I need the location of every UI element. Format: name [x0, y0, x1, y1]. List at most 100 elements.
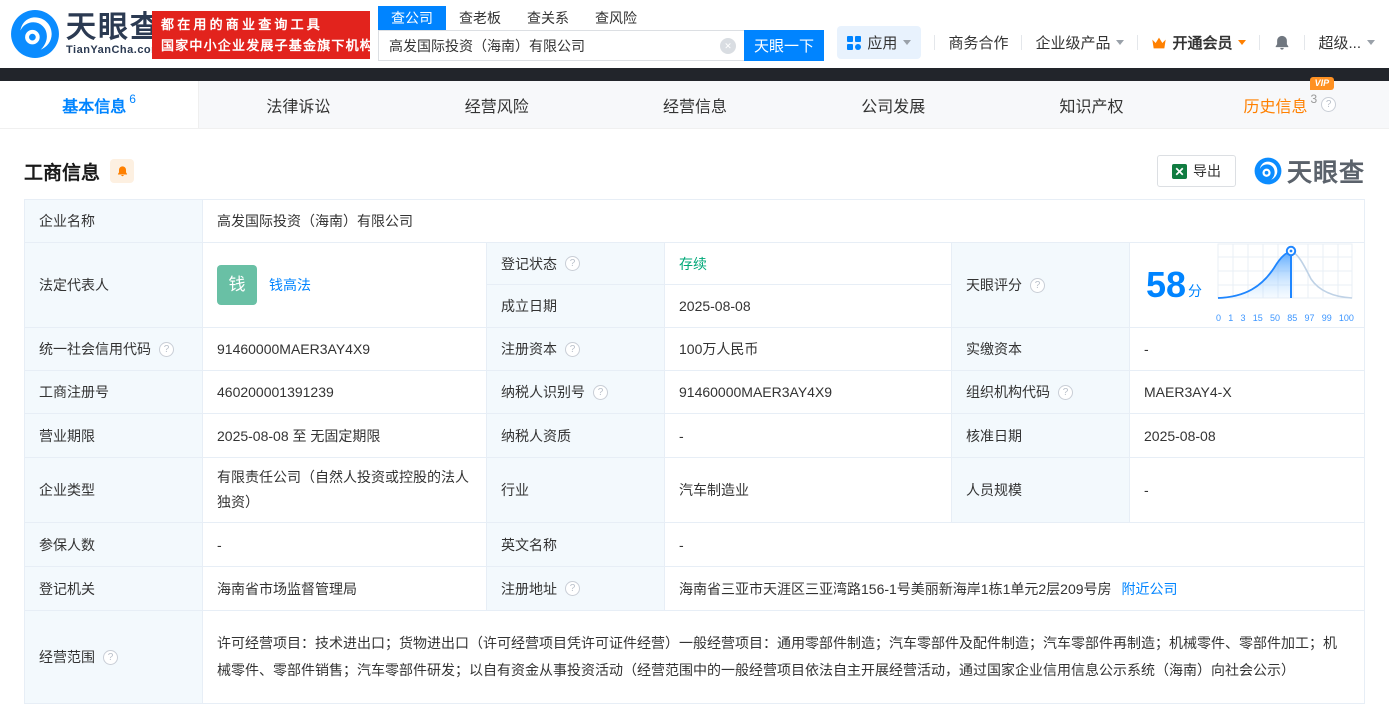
clear-search-icon[interactable]: [720, 38, 736, 54]
monitor-bell-icon[interactable]: [110, 159, 135, 183]
help-icon[interactable]: [593, 384, 608, 400]
nav-enterprise-products[interactable]: 企业级产品: [1035, 32, 1125, 53]
tab-intellectual-property[interactable]: 知识产权: [992, 81, 1190, 128]
search-box: [378, 30, 744, 61]
establish-date-label: 成立日期: [487, 285, 665, 328]
search-tab-relation[interactable]: 查关系: [514, 6, 582, 30]
taxpayer-id-value: 91460000MAER3AY4X9: [665, 371, 952, 414]
legal-rep-label: 法定代表人: [25, 243, 203, 328]
nav-cooperation[interactable]: 商务合作: [948, 32, 1008, 53]
reg-authority-label: 登记机关: [25, 567, 203, 611]
reg-status-value: 存续: [665, 243, 952, 285]
search-tab-risk[interactable]: 查风险: [582, 6, 650, 30]
paid-capital-value: -: [1130, 328, 1364, 371]
company-type-label: 企业类型: [25, 458, 203, 523]
header-nav: 应用 商务合作 企业级产品 开通会员 超级...: [837, 26, 1375, 59]
reg-address-value: 海南省三亚市天涯区三亚湾路156-1号美丽新海岸1栋1单元2层209号房 附近公…: [665, 567, 1364, 611]
tab-history-info[interactable]: VIP 历史信息 3: [1191, 76, 1389, 128]
promo-banner-line1: 都在用的商业查询工具: [161, 17, 324, 32]
tab-label: 经营风险: [464, 98, 529, 116]
taxpayer-quality-value: -: [665, 414, 952, 458]
nav-super-label: 超级...: [1318, 35, 1361, 52]
industry-value: 汽车制造业: [665, 458, 952, 523]
business-scope-value: 许可经营项目：技术进出口；货物进出口（许可经营项目凭许可证件经营）一般经营项目：…: [203, 611, 1364, 703]
company-name-value: 高发国际投资（海南）有限公司: [203, 200, 1364, 243]
tab-operation-info[interactable]: 经营信息: [596, 81, 794, 128]
apps-grid-icon: [847, 35, 862, 50]
watermark-brand-text: 天眼查: [1286, 159, 1365, 187]
notification-bell-icon[interactable]: [1273, 34, 1291, 52]
tab-basic-info[interactable]: 基本信息 6: [0, 81, 200, 128]
score-label: 天眼评分: [952, 243, 1130, 328]
industry-label: 行业: [487, 458, 665, 523]
legal-rep-link[interactable]: 钱高法: [269, 274, 311, 296]
reg-status-label: 登记状态: [487, 243, 665, 285]
nearby-companies-link[interactable]: 附近公司: [1122, 578, 1178, 600]
crown-icon: [1152, 37, 1167, 48]
search-input[interactable]: [379, 31, 744, 60]
tab-operation-risk[interactable]: 经营风险: [398, 81, 596, 128]
approval-date-label: 核准日期: [952, 414, 1130, 458]
help-icon[interactable]: [159, 341, 174, 357]
score-number: 58: [1146, 264, 1187, 305]
tab-company-development[interactable]: 公司发展: [794, 81, 992, 128]
staff-size-label: 人员规模: [952, 458, 1130, 523]
score-value: 58 分 0 1 3 15 50 85 97 99 100: [1130, 243, 1364, 328]
help-icon[interactable]: [565, 256, 580, 271]
taxpayer-id-label: 纳税人识别号: [487, 371, 665, 414]
score-axis-ticks: 0 1 3 15 50 85 97 99 100: [1216, 312, 1354, 323]
tab-legal-proceedings[interactable]: 法律诉讼: [199, 81, 397, 128]
nav-divider: [1304, 35, 1306, 50]
help-icon[interactable]: [103, 649, 118, 665]
legal-rep-value: 钱 钱高法: [203, 243, 487, 328]
header-dark-divider: [0, 68, 1389, 81]
business-scope-label: 经营范围: [25, 611, 203, 703]
nav-open-vip[interactable]: 开通会员: [1151, 32, 1247, 53]
page-tabs: 基本信息 6 法律诉讼 经营风险 经营信息 公司发展 知识产权 VIP 历史信息…: [0, 76, 1389, 129]
reg-authority-value: 海南省市场监督管理局: [203, 567, 487, 611]
tab-label: 基本信息: [62, 98, 127, 116]
export-button[interactable]: 导出: [1156, 155, 1236, 187]
help-icon[interactable]: [1058, 384, 1073, 400]
search-tab-company[interactable]: 查公司: [378, 6, 446, 30]
legal-rep-avatar: 钱: [217, 265, 257, 305]
reg-number-value: 460200001391239: [203, 371, 487, 414]
help-icon[interactable]: [565, 341, 580, 357]
chevron-down-icon: [1367, 40, 1375, 45]
org-code-value: MAER3AY4-X: [1130, 371, 1364, 414]
help-icon[interactable]: [565, 581, 580, 596]
score-unit: 分: [1188, 283, 1203, 299]
watermark-logo-icon: [1254, 157, 1282, 185]
tab-count: 3: [1310, 91, 1318, 106]
tab-label: 知识产权: [1059, 98, 1124, 116]
top-header: 天眼查 TianYanCha.com 都在用的商业查询工具 国家中小企业发展子基…: [0, 0, 1389, 68]
staff-size-value: -: [1130, 458, 1364, 523]
reg-capital-value: 100万人民币: [665, 328, 952, 371]
business-term-label: 营业期限: [25, 414, 203, 458]
reg-number-label: 工商注册号: [25, 371, 203, 414]
main-content: 工商信息 导出 天眼查 企业名称 高发国际投资（海南）有限公司 法定代表人 钱 …: [0, 155, 1389, 704]
approval-date-value: 2025-08-08: [1130, 414, 1364, 458]
english-name-label: 英文名称: [487, 523, 665, 567]
nav-enterprise-label: 企业级产品: [1035, 35, 1111, 52]
english-name-value: -: [665, 523, 1364, 567]
vip-badge: VIP: [1309, 76, 1335, 90]
insured-count-label: 参保人数: [25, 523, 203, 567]
tab-label: 法律诉讼: [266, 98, 331, 116]
chevron-down-icon: [903, 40, 912, 45]
search-tab-boss[interactable]: 查老板: [446, 6, 514, 30]
help-icon[interactable]: [1321, 97, 1337, 112]
search-button[interactable]: 天眼一下: [744, 30, 824, 61]
search-area: 查公司 查老板 查关系 查风险 天眼一下: [378, 6, 824, 61]
nav-apps[interactable]: 应用: [837, 26, 922, 59]
help-icon[interactable]: [1030, 277, 1045, 293]
nav-divider: [1259, 35, 1261, 50]
nav-cooperation-label: 商务合作: [948, 35, 1009, 52]
promo-banner: 都在用的商业查询工具 国家中小企业发展子基金旗下机构: [152, 11, 373, 59]
score-curve-chart: 0 1 3 15 50 85 97 99 100: [1216, 242, 1354, 329]
tianyancha-logo[interactable]: 天眼查 TianYanCha.com: [10, 9, 162, 59]
nav-super-vip[interactable]: 超级...: [1318, 32, 1375, 53]
excel-icon: [1171, 163, 1187, 179]
export-label: 导出: [1192, 163, 1221, 179]
company-name-label: 企业名称: [25, 200, 203, 243]
